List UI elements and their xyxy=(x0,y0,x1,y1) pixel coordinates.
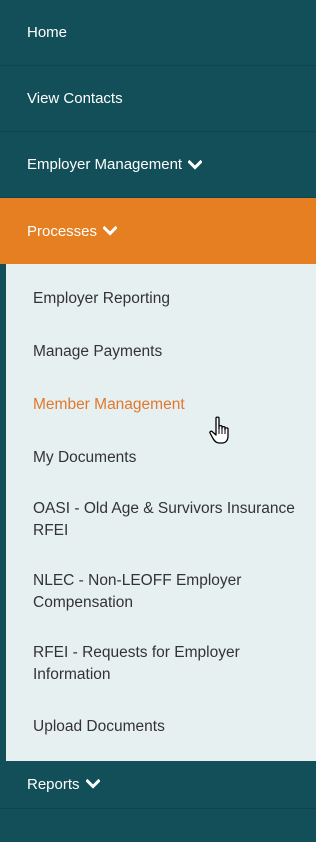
nav-item-view-contacts[interactable]: View Contacts xyxy=(0,66,316,132)
submenu-item-my-documents[interactable]: My Documents xyxy=(6,431,316,484)
submenu-item-member-management[interactable]: Member Management xyxy=(6,378,316,431)
chevron-down-icon xyxy=(103,226,118,236)
nav-item-home[interactable]: Home xyxy=(0,0,316,66)
nav-item-label: Reports xyxy=(27,776,80,793)
submenu-item-employer-reporting[interactable]: Employer Reporting xyxy=(6,272,316,325)
sidebar-nav: Home View Contacts Employer Management P… xyxy=(0,0,316,842)
chevron-down-icon xyxy=(85,779,100,789)
nav-item-reports[interactable]: Reports xyxy=(0,761,316,809)
submenu-item-nlec[interactable]: NLEC - Non-LEOFF Employer Compensation xyxy=(6,556,316,628)
nav-item-label: View Contacts xyxy=(27,90,123,107)
nav-item-label: Home xyxy=(27,24,68,41)
submenu-item-manage-payments[interactable]: Manage Payments xyxy=(6,325,316,378)
nav-item-employer-management[interactable]: Employer Management xyxy=(0,132,316,198)
submenu-item-rfei[interactable]: RFEI - Requests for Employer Information xyxy=(6,628,316,700)
processes-submenu: Employer Reporting Manage Payments Membe… xyxy=(0,264,316,761)
chevron-down-icon xyxy=(188,159,203,170)
submenu-item-upload-documents[interactable]: Upload Documents xyxy=(6,700,316,753)
submenu-item-oasi[interactable]: OASI - Old Age & Survivors Insurance RFE… xyxy=(6,484,316,556)
nav-item-processes[interactable]: Processes xyxy=(0,198,316,264)
nav-item-label: Processes xyxy=(27,222,98,240)
nav-item-label: Employer Management xyxy=(27,156,183,173)
